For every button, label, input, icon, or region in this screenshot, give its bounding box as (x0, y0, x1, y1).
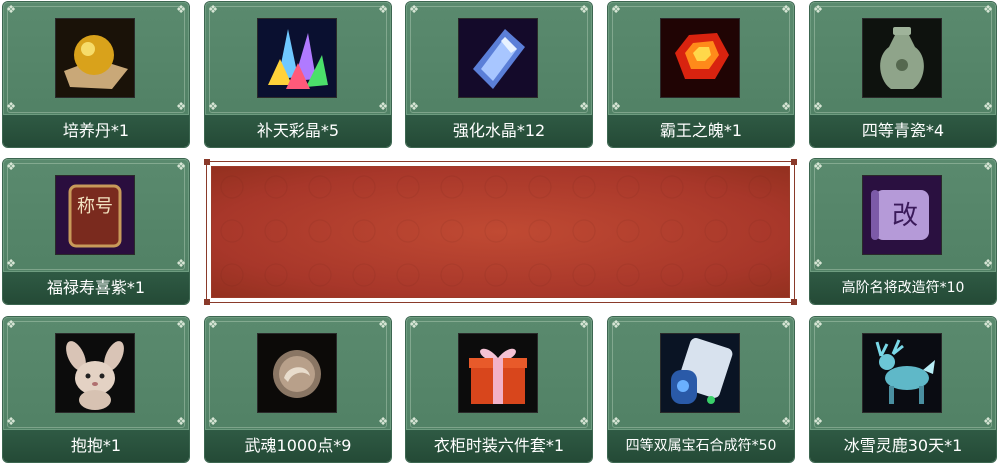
item-label: 强化水晶*12 (406, 114, 592, 147)
item-label: 培养丹*1 (3, 114, 189, 147)
corner-ornament-icon: ❖ (176, 318, 186, 331)
corner-ornament-icon: ❖ (983, 3, 993, 16)
corner-ornament-icon: ❖ (409, 100, 419, 113)
corner-ornament-icon: ❖ (409, 318, 419, 331)
corner-ornament-icon: ❖ (176, 257, 186, 270)
corner-ornament-icon: ❖ (983, 100, 993, 113)
corner-ornament-icon: ❖ (378, 318, 388, 331)
corner-ornament-icon: ❖ (579, 100, 589, 113)
plaque-glyph: 称号 (77, 196, 113, 217)
item-label: 四等双属宝石合成符*50 (608, 429, 794, 462)
corner-ornament-icon: ❖ (409, 415, 419, 428)
item-label: 高阶名将改造符*10 (810, 271, 996, 304)
corner-ornament-icon: ❖ (208, 318, 218, 331)
corner-ornament-icon: ❖ (781, 3, 791, 16)
reward-card-1[interactable]: ❖ ❖ ❖ ❖ 培养丹*1 (3, 2, 189, 147)
item-label: 四等青瓷*4 (810, 114, 996, 147)
item-label: 抱抱*1 (3, 429, 189, 462)
reward-card-9[interactable]: ❖ ❖ ❖ ❖ 武魂1000点*9 (205, 317, 391, 462)
reward-card-11[interactable]: ❖ ❖ ❖ ❖ 四等双属宝石合成符*50 (608, 317, 794, 462)
banner-corner (791, 159, 797, 165)
corner-ornament-icon: ❖ (378, 3, 388, 16)
corner-ornament-icon: ❖ (781, 415, 791, 428)
corner-ornament-icon: ❖ (176, 415, 186, 428)
celadon-vase-icon (863, 19, 941, 97)
center-banner (204, 159, 797, 305)
corner-ornament-icon: ❖ (813, 318, 823, 331)
corner-ornament-icon: ❖ (611, 318, 621, 331)
reward-card-6[interactable]: ❖ ❖ ❖ ❖ 称号 福禄寿喜紫*1 (3, 159, 189, 304)
title-plaque-icon: 称号 (56, 176, 134, 254)
corner-ornament-icon: ❖ (983, 160, 993, 173)
corner-ornament-icon: ❖ (208, 100, 218, 113)
blue-scroll-icon (661, 334, 739, 412)
corner-ornament-icon: ❖ (611, 3, 621, 16)
corner-ornament-icon: ❖ (611, 415, 621, 428)
corner-ornament-icon: ❖ (6, 100, 16, 113)
item-label: 冰雪灵鹿30天*1 (810, 429, 996, 462)
item-label: 衣柜时装六件套*1 (406, 429, 592, 462)
banner-panel (211, 166, 790, 298)
soul-orb-icon (258, 334, 336, 412)
item-label: 补天彩晶*5 (205, 114, 391, 147)
corner-ornament-icon: ❖ (6, 415, 16, 428)
corner-ornament-icon: ❖ (611, 100, 621, 113)
corner-ornament-icon: ❖ (208, 3, 218, 16)
bunny-pet-icon (56, 334, 134, 412)
blue-crystal-icon (459, 19, 537, 97)
corner-ornament-icon: ❖ (579, 318, 589, 331)
red-gem-icon (661, 19, 739, 97)
corner-ornament-icon: ❖ (378, 100, 388, 113)
corner-ornament-icon: ❖ (813, 257, 823, 270)
item-label: 武魂1000点*9 (205, 429, 391, 462)
banner-corner (204, 299, 210, 305)
corner-ornament-icon: ❖ (176, 160, 186, 173)
corner-ornament-icon: ❖ (983, 415, 993, 428)
corner-ornament-icon: ❖ (781, 100, 791, 113)
corner-ornament-icon: ❖ (176, 100, 186, 113)
reward-card-3[interactable]: ❖ ❖ ❖ ❖ 强化水晶*12 (406, 2, 592, 147)
corner-ornament-icon: ❖ (983, 318, 993, 331)
corner-ornament-icon: ❖ (208, 415, 218, 428)
item-label: 霸王之魄*1 (608, 114, 794, 147)
gift-box-icon (459, 334, 537, 412)
corner-ornament-icon: ❖ (6, 318, 16, 331)
corner-ornament-icon: ❖ (579, 415, 589, 428)
corner-ornament-icon: ❖ (813, 160, 823, 173)
reward-card-7[interactable]: ❖ ❖ ❖ ❖ 改 高阶名将改造符*10 (810, 159, 996, 304)
reward-card-10[interactable]: ❖ ❖ ❖ ❖ 衣柜时装六件套*1 (406, 317, 592, 462)
banner-corner (791, 299, 797, 305)
ice-deer-mount-icon (863, 334, 941, 412)
scroll-glyph: 改 (892, 201, 918, 231)
corner-ornament-icon: ❖ (579, 3, 589, 16)
item-label: 福禄寿喜紫*1 (3, 271, 189, 304)
corner-ornament-icon: ❖ (6, 160, 16, 173)
reward-card-4[interactable]: ❖ ❖ ❖ ❖ 霸王之魄*1 (608, 2, 794, 147)
corner-ornament-icon: ❖ (409, 3, 419, 16)
corner-ornament-icon: ❖ (6, 257, 16, 270)
reward-card-2[interactable]: ❖ ❖ ❖ ❖ 补天彩晶*5 (205, 2, 391, 147)
corner-ornament-icon: ❖ (813, 415, 823, 428)
reward-card-12[interactable]: ❖ ❖ ❖ ❖ 冰雪灵鹿30天*1 (810, 317, 996, 462)
reward-card-8[interactable]: ❖ ❖ ❖ ❖ 抱抱*1 (3, 317, 189, 462)
golden-pill-icon (56, 19, 134, 97)
corner-ornament-icon: ❖ (6, 3, 16, 16)
purple-scroll-icon: 改 (863, 176, 941, 254)
corner-ornament-icon: ❖ (813, 100, 823, 113)
corner-ornament-icon: ❖ (176, 3, 186, 16)
corner-ornament-icon: ❖ (378, 415, 388, 428)
banner-corner (204, 159, 210, 165)
corner-ornament-icon: ❖ (983, 257, 993, 270)
corner-ornament-icon: ❖ (781, 318, 791, 331)
rainbow-crystals-icon (258, 19, 336, 97)
corner-ornament-icon: ❖ (813, 3, 823, 16)
reward-card-5[interactable]: ❖ ❖ ❖ ❖ 四等青瓷*4 (810, 2, 996, 147)
